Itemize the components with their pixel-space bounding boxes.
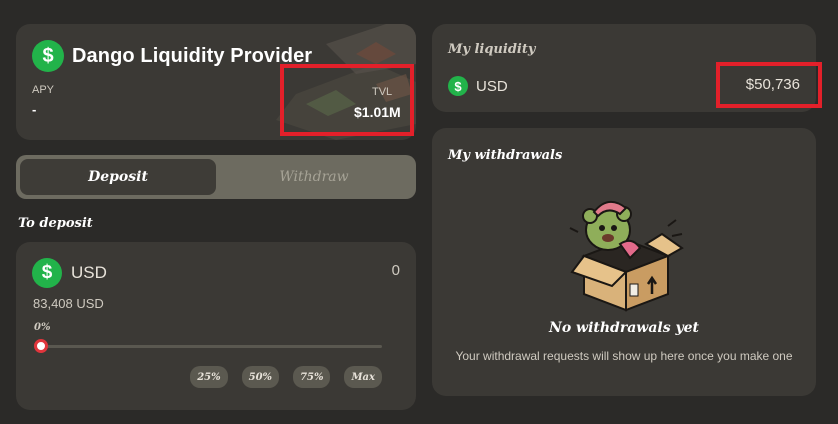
tvl-highlight-box	[280, 64, 414, 136]
pct-25-button[interactable]: 25%	[190, 366, 228, 388]
deposit-token-name: USD	[71, 263, 107, 282]
usd-coin-icon: $	[32, 40, 64, 72]
pct-50-button[interactable]: 50%	[241, 366, 280, 388]
pct-75-button[interactable]: 75%	[293, 366, 331, 388]
usd-coin-icon: $	[448, 76, 468, 96]
liquidity-highlight-box	[716, 62, 822, 108]
apy-label: APY	[32, 84, 55, 96]
liquidity-token-name: USD	[476, 77, 508, 95]
tab-deposit[interactable]: Deposit	[20, 159, 216, 195]
pct-max-button[interactable]: Max	[344, 366, 382, 388]
my-withdrawals-title: My withdrawals	[448, 148, 563, 163]
no-withdrawals-title: No withdrawals yet	[549, 320, 699, 336]
my-withdrawals-card: My withdrawals No withdrawals yet Your w…	[432, 128, 816, 396]
deposit-card: $ USD 83,408 USD 0% 25% 50% 75% Max	[16, 242, 416, 410]
deposit-amount-input[interactable]	[280, 262, 400, 279]
deposit-withdraw-tabs: Deposit Withdraw	[16, 155, 416, 199]
no-withdrawals-subtitle: Your withdrawal requests will show up he…	[455, 349, 793, 363]
amount-slider-handle[interactable]	[34, 339, 48, 353]
tab-withdraw[interactable]: Withdraw	[216, 159, 412, 195]
amount-slider-track[interactable]	[40, 345, 382, 348]
liquidity-token-row: $ USD	[448, 76, 508, 96]
deposit-balance: 83,408 USD	[33, 296, 104, 311]
empty-box-mascot-illustration	[569, 201, 684, 312]
usd-coin-icon: $	[32, 258, 62, 288]
apy-value: -	[32, 102, 37, 117]
percent-buttons: 25% 50% 75% Max	[190, 366, 382, 388]
pool-title: Dango Liquidity Provider	[72, 44, 313, 67]
pool-title-row: $ Dango Liquidity Provider	[32, 40, 312, 72]
to-deposit-label: To deposit	[18, 216, 93, 231]
slider-percent-label: 0%	[34, 322, 51, 333]
deposit-token-row: $ USD	[32, 258, 107, 288]
my-liquidity-title: My liquidity	[448, 42, 536, 57]
